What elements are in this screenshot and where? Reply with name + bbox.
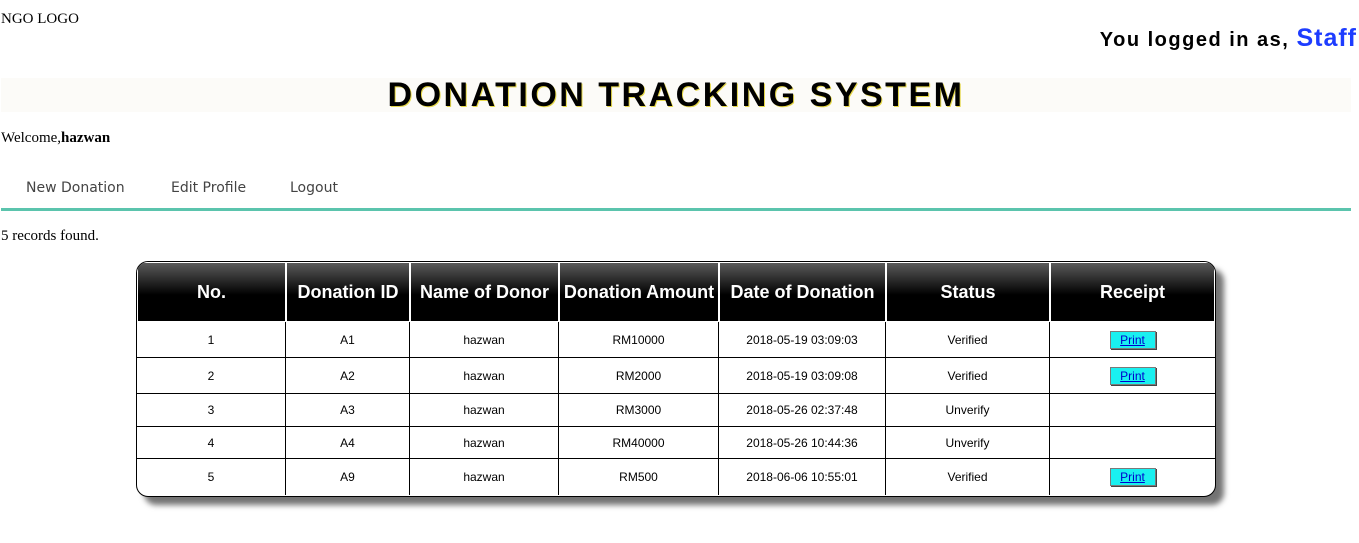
cell-donation-id: A9	[286, 459, 410, 495]
login-role: Staff	[1296, 24, 1357, 52]
table-header-row: No. Donation ID Name of Donor Donation A…	[137, 262, 1215, 322]
cell-donor-name: hazwan	[410, 322, 559, 358]
cell-no: 3	[137, 394, 286, 427]
cell-donation-date: 2018-05-26 02:37:48	[719, 394, 886, 427]
title-banner: DONATION TRACKING SYSTEM	[1, 78, 1351, 112]
column-header-donation-amount: Donation Amount	[559, 262, 719, 322]
welcome-username: hazwan	[61, 130, 111, 146]
cell-donation-id: A2	[286, 358, 410, 394]
login-prefix: You logged in as,	[1099, 29, 1290, 51]
cell-donation-date: 2018-05-26 10:44:36	[719, 427, 886, 459]
cell-receipt: Print	[1050, 358, 1215, 394]
cell-status: Verified	[886, 322, 1050, 358]
cell-donation-amount: RM2000	[559, 358, 719, 394]
welcome-prefix: Welcome,	[1, 130, 62, 146]
cell-donor-name: hazwan	[410, 427, 559, 459]
page-title: DONATION TRACKING SYSTEM	[387, 76, 965, 114]
cell-donation-amount: RM3000	[559, 394, 719, 427]
cell-donation-id: A4	[286, 427, 410, 459]
table-body: 1 A1 hazwan RM10000 2018-05-19 03:09:03 Verif…	[137, 322, 1215, 495]
cell-no: 2	[137, 358, 286, 394]
table-row: 4 A4 hazwan RM40000 2018-05-26 10:44:36 Unver…	[137, 427, 1215, 459]
cell-no: 1	[137, 322, 286, 358]
cell-receipt: Print	[1050, 459, 1215, 495]
nav-new-donation[interactable]: New Donation	[26, 180, 125, 196]
cell-donor-name: hazwan	[410, 459, 559, 495]
column-header-donation-date: Date of Donation	[719, 262, 886, 322]
donations-table: No. Donation ID Name of Donor Donation A…	[137, 262, 1215, 495]
print-receipt-button[interactable]: Print	[1109, 366, 1156, 385]
cell-donation-date: 2018-05-19 03:09:08	[719, 358, 886, 394]
cell-donation-id: A1	[286, 322, 410, 358]
cell-donation-amount: RM40000	[559, 427, 719, 459]
column-header-status: Status	[886, 262, 1050, 322]
nav-bar: New Donation Edit Profile Logout	[1, 170, 1351, 211]
cell-no: 4	[137, 427, 286, 459]
column-header-no: No.	[137, 262, 286, 322]
table-row: 1 A1 hazwan RM10000 2018-05-19 03:09:03 Verif…	[137, 322, 1215, 358]
cell-donation-date: 2018-05-19 03:09:03	[719, 322, 886, 358]
cell-receipt: Print	[1050, 322, 1215, 358]
ngo-logo: NGO LOGO	[1, 11, 79, 27]
cell-status: Unverify	[886, 394, 1050, 427]
login-info: You logged in as, Staff	[1100, 24, 1357, 53]
table-row: 5 A9 hazwan RM500 2018-06-06 10:55:01 Verifie…	[137, 459, 1215, 495]
records-count: 5 records found.	[1, 228, 99, 244]
cell-status: Verified	[886, 358, 1050, 394]
column-header-donor-name: Name of Donor	[410, 262, 559, 322]
cell-receipt	[1050, 427, 1215, 459]
cell-status: Verified	[886, 459, 1050, 495]
cell-donor-name: hazwan	[410, 394, 559, 427]
column-header-donation-id: Donation ID	[286, 262, 410, 322]
column-header-receipt: Receipt	[1050, 262, 1215, 322]
cell-no: 5	[137, 459, 286, 495]
cell-donation-amount: RM500	[559, 459, 719, 495]
print-receipt-button[interactable]: Print	[1109, 330, 1156, 349]
cell-donation-amount: RM10000	[559, 322, 719, 358]
cell-donor-name: hazwan	[410, 358, 559, 394]
table-row: 3 A3 hazwan RM3000 2018-05-26 02:37:48 Unveri…	[137, 394, 1215, 427]
cell-status: Unverify	[886, 427, 1050, 459]
nav-edit-profile[interactable]: Edit Profile	[171, 180, 246, 196]
table-row: 2 A2 hazwan RM2000 2018-05-19 03:09:08 Verifi…	[137, 358, 1215, 394]
print-receipt-button[interactable]: Print	[1109, 468, 1156, 486]
donations-table-container: No. Donation ID Name of Donor Donation A…	[136, 261, 1216, 497]
cell-donation-id: A3	[286, 394, 410, 427]
cell-receipt	[1050, 394, 1215, 427]
welcome-message: Welcome,hazwan	[1, 130, 110, 147]
cell-donation-date: 2018-06-06 10:55:01	[719, 459, 886, 495]
nav-logout[interactable]: Logout	[290, 180, 338, 196]
